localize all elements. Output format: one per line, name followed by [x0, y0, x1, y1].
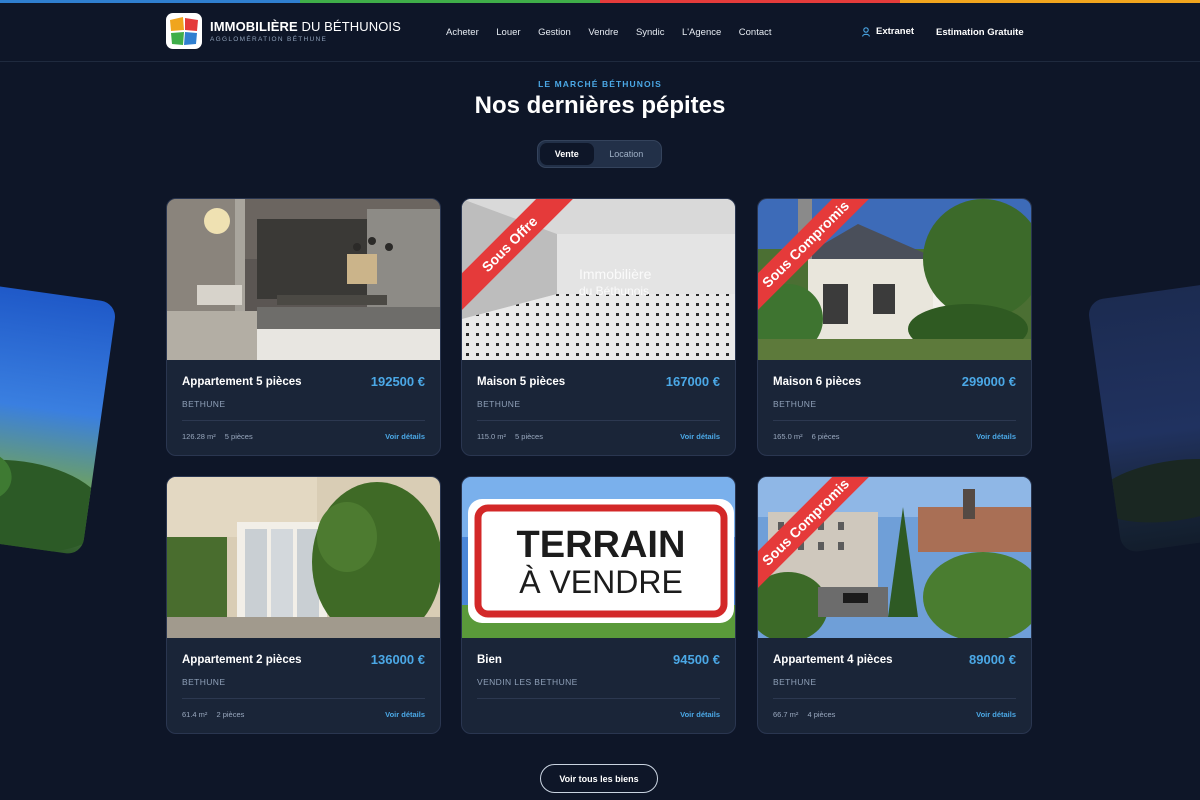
card-divider — [182, 420, 425, 421]
nav-item-vendre[interactable]: Vendre — [588, 27, 618, 38]
listing-photo-house: Sous Compromis — [758, 199, 1031, 360]
listing-card[interactable]: TERRAIN À VENDRE Bien 94500 € VENDIN LES… — [461, 476, 736, 734]
listing-city: BETHUNE — [773, 677, 817, 687]
listing-area: 61.4 m² — [182, 710, 208, 719]
listing-title: Appartement 2 pièces — [182, 654, 302, 666]
nav-item-gestion[interactable]: Gestion — [538, 27, 571, 38]
card-divider — [773, 698, 1016, 699]
sign-line-1: TERRAIN — [517, 524, 686, 566]
sign-line-2: À VENDRE — [519, 564, 683, 600]
details-link[interactable]: Voir détails — [680, 432, 720, 441]
site-header: IMMOBILIÈRE DU BÉTHUNOIS AGGLOMÉRATION B… — [0, 3, 1200, 62]
section-title: Nos dernières pépites — [474, 92, 726, 119]
listing-area: 165.0 m² — [773, 432, 803, 441]
listing-rooms: 5 pièces — [224, 432, 253, 441]
carousel-side-card-right[interactable] — [1086, 281, 1200, 554]
nav-item-agence[interactable]: L'Agence — [682, 27, 721, 38]
listing-price: 94500 € — [673, 652, 720, 667]
listing-photo-room: Immobilière du Béthunois Sous Offre — [462, 199, 735, 360]
card-divider — [477, 698, 720, 699]
listing-price: 167000 € — [665, 374, 720, 389]
listing-card[interactable]: Appartement 2 pièces 136000 € BETHUNE 61… — [166, 476, 441, 734]
listing-photo-interior — [167, 199, 440, 360]
view-all-listings-button[interactable]: Voir tous les biens — [540, 764, 658, 793]
listing-type-toggle: Vente Location — [537, 140, 662, 168]
listing-city: BETHUNE — [182, 677, 226, 687]
listing-photo-patio — [167, 477, 440, 638]
listing-card[interactable]: Immobilière du Béthunois Sous Offre Mais… — [461, 198, 736, 456]
listing-price: 136000 € — [370, 652, 425, 667]
details-link[interactable]: Voir détails — [385, 432, 425, 441]
listing-photo-terrain-sign: TERRAIN À VENDRE — [462, 477, 735, 638]
toggle-location[interactable]: Location — [594, 143, 659, 165]
listing-city: VENDIN LES BETHUNE — [477, 677, 578, 687]
listing-title: Maison 5 pièces — [477, 376, 566, 388]
details-link[interactable]: Voir détails — [976, 432, 1016, 441]
listing-city: BETHUNE — [477, 399, 521, 409]
user-icon — [862, 26, 870, 37]
listing-photo-buildings: Sous Compromis — [758, 477, 1031, 638]
nav-item-contact[interactable]: Contact — [739, 27, 772, 38]
brand-logo[interactable]: IMMOBILIÈRE DU BÉTHUNOIS AGGLOMÉRATION B… — [166, 13, 401, 49]
section-eyebrow: LE MARCHÉ BÉTHUNOIS — [538, 79, 662, 89]
extranet-link[interactable]: Extranet — [862, 26, 914, 37]
listing-city: BETHUNE — [773, 399, 817, 409]
listing-meta: 165.0 m² 6 pièces — [773, 432, 840, 441]
card-divider — [182, 698, 425, 699]
logo-mark-icon — [166, 13, 202, 49]
listing-price: 192500 € — [370, 374, 425, 389]
brand-subtitle: AGGLOMÉRATION BÉTHUNE — [210, 36, 328, 43]
listing-card[interactable]: Sous Compromis Maison 6 pièces 299000 € … — [757, 198, 1032, 456]
listing-area: 115.0 m² — [477, 432, 507, 441]
estimation-link[interactable]: Estimation Gratuite — [936, 27, 1024, 38]
nav-item-acheter[interactable]: Acheter — [446, 27, 479, 38]
listing-city: BETHUNE — [182, 399, 226, 409]
listing-area: 66.7 m² — [773, 710, 799, 719]
brand-title: IMMOBILIÈRE DU BÉTHUNOIS — [210, 19, 401, 34]
watermark-line-1: Immobilière — [579, 266, 652, 282]
card-divider — [773, 420, 1016, 421]
listing-rooms: 6 pièces — [811, 432, 840, 441]
details-link[interactable]: Voir détails — [680, 710, 720, 719]
listing-title: Appartement 4 pièces — [773, 654, 893, 666]
listing-area: 126.28 m² — [182, 432, 216, 441]
listing-meta: 66.7 m² 4 pièces — [773, 710, 835, 719]
listing-title: Bien — [477, 654, 502, 666]
nav-item-louer[interactable]: Louer — [496, 27, 520, 38]
listing-meta: 61.4 m² 2 pièces — [182, 710, 244, 719]
carousel-side-card-left[interactable] — [0, 283, 118, 556]
listing-price: 299000 € — [961, 374, 1016, 389]
details-link[interactable]: Voir détails — [976, 710, 1016, 719]
listing-price: 89000 € — [969, 652, 1016, 667]
listing-card[interactable]: Sous Compromis Appartement 4 pièces 8900… — [757, 476, 1032, 734]
listing-rooms: 5 pièces — [515, 432, 543, 441]
nav-item-syndic[interactable]: Syndic — [636, 27, 665, 38]
listing-meta: 115.0 m² 5 pièces — [477, 432, 543, 441]
watermark-line-2: du Béthunois — [579, 284, 649, 298]
listing-meta: 126.28 m² 5 pièces — [182, 432, 253, 441]
listing-title: Maison 6 pièces — [773, 376, 862, 388]
card-divider — [477, 420, 720, 421]
extranet-label: Extranet — [876, 26, 915, 37]
listing-card[interactable]: Appartement 5 pièces 192500 € BETHUNE 12… — [166, 198, 441, 456]
listing-rooms: 2 pièces — [216, 710, 245, 719]
details-link[interactable]: Voir détails — [385, 710, 425, 719]
listing-rooms: 4 pièces — [807, 710, 836, 719]
listing-title: Appartement 5 pièces — [182, 376, 302, 388]
main-nav: Acheter Louer Gestion Vendre Syndic L'Ag… — [446, 27, 789, 38]
toggle-vente[interactable]: Vente — [540, 143, 594, 165]
